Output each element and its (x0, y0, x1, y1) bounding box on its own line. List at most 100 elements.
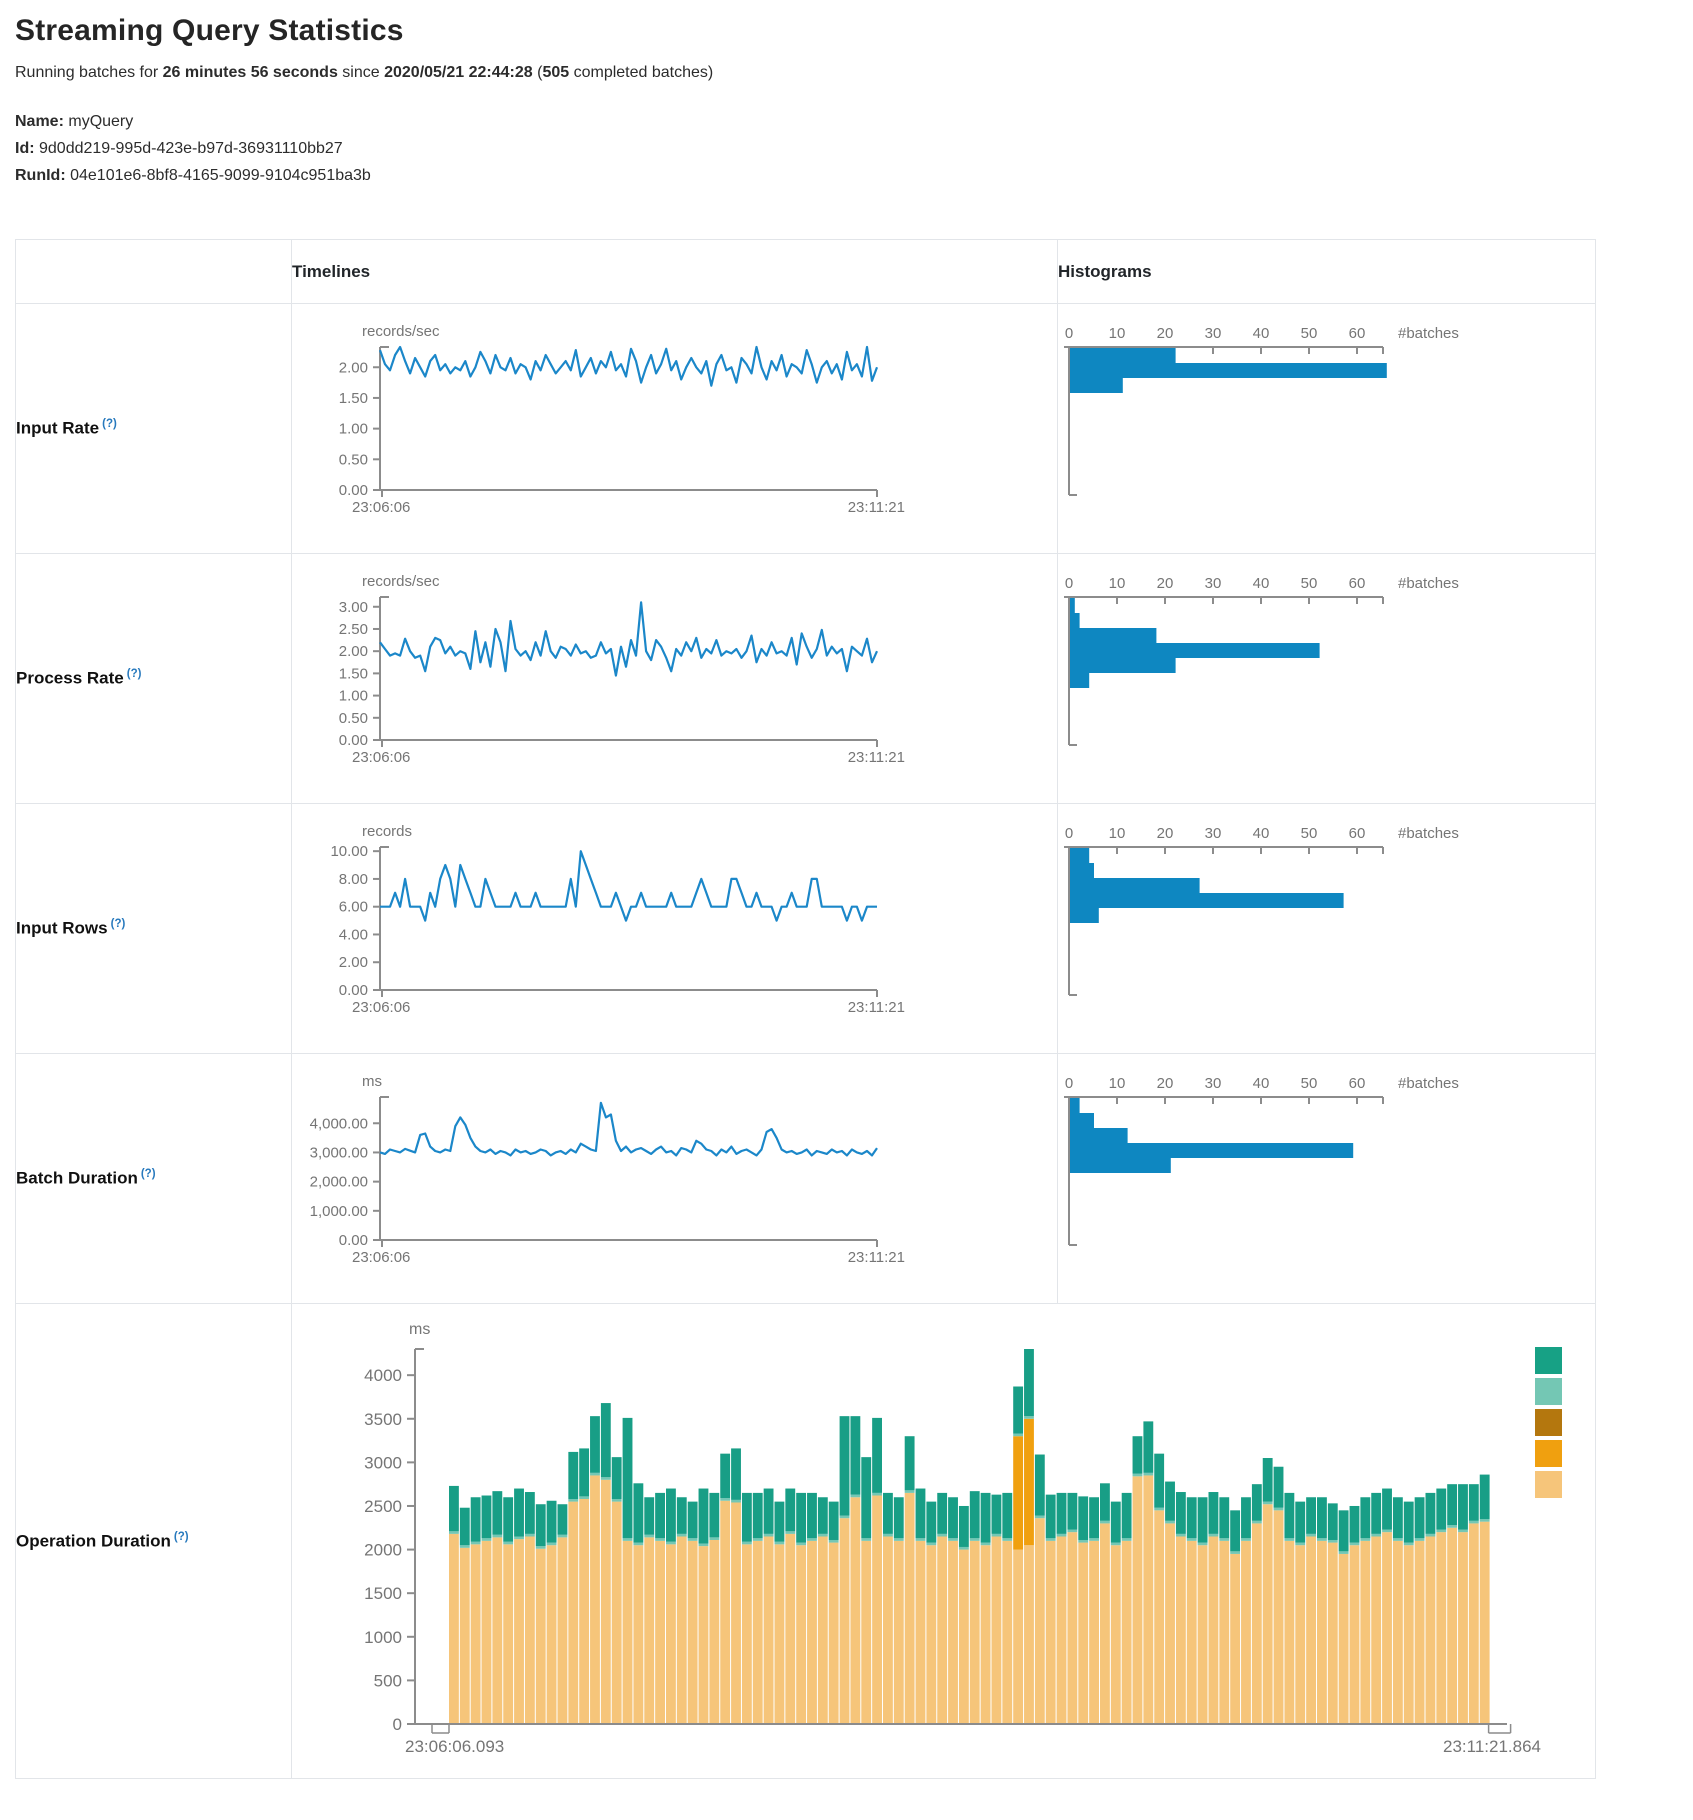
help-icon[interactable]: (?) (127, 668, 142, 680)
table-row-operation-duration: Operation Duration(?) ms4000350030002500… (16, 1304, 1596, 1779)
id-label: Id: (15, 140, 35, 157)
svg-text:10: 10 (1109, 825, 1126, 842)
svg-text:20: 20 (1157, 575, 1174, 592)
svg-text:40: 40 (1253, 1075, 1270, 1092)
help-icon[interactable]: (?) (111, 918, 126, 930)
process-rate-timeline-chart: records/sec3.002.502.001.501.000.500.002… (292, 554, 1057, 804)
input-rate-timeline-chart: records/sec2.001.501.000.500.0023:06:062… (292, 304, 1057, 554)
svg-text:50: 50 (1301, 825, 1318, 842)
help-icon[interactable]: (?) (141, 1168, 156, 1180)
query-meta: Name: myQuery Id: 9d0dd219-995d-423e-b97… (15, 108, 1693, 189)
svg-text:10.00: 10.00 (330, 843, 368, 860)
svg-text:2.00: 2.00 (339, 954, 368, 971)
svg-text:0: 0 (1065, 325, 1073, 342)
operation-duration-stacked-chart: ms4000350030002500200015001000500023:06:… (292, 1304, 1594, 1779)
svg-text:2,000.00: 2,000.00 (310, 1174, 368, 1191)
svg-text:0: 0 (393, 1715, 402, 1734)
svg-text:60: 60 (1349, 1075, 1366, 1092)
svg-text:20: 20 (1157, 325, 1174, 342)
svg-text:#batches: #batches (1398, 825, 1459, 842)
help-icon[interactable]: (?) (102, 418, 117, 430)
svg-text:2.00: 2.00 (339, 359, 368, 376)
svg-text:ms: ms (409, 1321, 430, 1338)
svg-text:1.00: 1.00 (339, 421, 368, 438)
header-empty-cell (16, 240, 292, 304)
svg-text:3000: 3000 (364, 1453, 402, 1472)
svg-text:50: 50 (1301, 575, 1318, 592)
svg-text:0.00: 0.00 (339, 982, 368, 999)
svg-text:records/sec: records/sec (362, 323, 440, 340)
svg-text:8.00: 8.00 (339, 871, 368, 888)
batch-duration-histogram-chart: 0102030405060#batches (1058, 1054, 1595, 1304)
svg-text:2000: 2000 (364, 1541, 402, 1560)
runid-label: RunId: (15, 167, 66, 184)
svg-text:23:11:21.864: 23:11:21.864 (1443, 1737, 1541, 1756)
subtitle-paren-close: completed batches) (569, 64, 713, 81)
stats-table: Timelines Histograms Input Rate(?) recor… (15, 239, 1596, 1779)
row-label-cell: Input Rate(?) (16, 304, 292, 554)
batch-duration-timeline-cell: ms 4,000.00 3,000.00 2,000.00 1,000.00 0.00 23… (292, 1054, 1058, 1304)
input-rows-histogram-cell: 0102030405060#batches (1058, 804, 1596, 1054)
svg-text:4.00: 4.00 (339, 926, 368, 943)
row-label: Operation Duration (16, 1531, 171, 1550)
subtitle-paren-open: ( (533, 64, 543, 81)
table-row-input-rate: Input Rate(?) records/sec 2.00 1.50 1.00 0.5… (16, 304, 1596, 554)
svg-text:30: 30 (1205, 825, 1222, 842)
svg-text:23:11:21: 23:11:21 (848, 499, 905, 516)
svg-text:23:06:06: 23:06:06 (352, 999, 410, 1016)
svg-text:500: 500 (374, 1671, 402, 1690)
process-rate-timeline-cell: records/sec3.002.502.001.501.000.500.002… (292, 554, 1058, 804)
svg-text:60: 60 (1349, 825, 1366, 842)
svg-text:23:11:21: 23:11:21 (848, 1249, 905, 1266)
svg-text:20: 20 (1157, 825, 1174, 842)
input-rows-timeline-chart: records10.008.006.004.002.000.0023:06:06… (292, 804, 1057, 1054)
row-label: Batch Duration (16, 1169, 138, 1188)
svg-text:1.00: 1.00 (339, 688, 368, 705)
svg-text:60: 60 (1349, 325, 1366, 342)
running-batches-summary: Running batches for 26 minutes 56 second… (15, 64, 1693, 82)
input-rows-histogram-chart: 0102030405060#batches (1058, 804, 1595, 1054)
svg-text:2500: 2500 (364, 1497, 402, 1516)
table-row-input-rows: Input Rows(?) records10.008.006.004.002.… (16, 804, 1596, 1054)
svg-text:1500: 1500 (364, 1584, 402, 1603)
svg-text:2.50: 2.50 (339, 621, 368, 638)
svg-text:10: 10 (1109, 325, 1126, 342)
help-icon[interactable]: (?) (174, 1531, 189, 1543)
svg-text:3.00: 3.00 (339, 599, 368, 616)
name-label: Name: (15, 113, 64, 130)
svg-text:1,000.00: 1,000.00 (310, 1203, 368, 1220)
running-duration: 26 minutes 56 seconds (163, 64, 338, 81)
svg-text:ms: ms (362, 1073, 382, 1090)
svg-text:3,000.00: 3,000.00 (310, 1144, 368, 1161)
completed-batches-count: 505 (542, 64, 569, 81)
legend-swatch-1 (1535, 1378, 1562, 1405)
svg-text:40: 40 (1253, 325, 1270, 342)
svg-text:#batches: #batches (1398, 325, 1459, 342)
svg-text:0.50: 0.50 (339, 451, 368, 468)
legend-swatch-3 (1535, 1440, 1562, 1467)
svg-text:1.50: 1.50 (339, 665, 368, 682)
table-row-process-rate: Process Rate(?) records/sec3.002.502.001… (16, 554, 1596, 804)
query-name-line: Name: myQuery (15, 108, 1693, 135)
svg-text:0.00: 0.00 (339, 1232, 368, 1249)
input-rate-timeline-cell: records/sec2.001.501.000.500.0023:06:062… (292, 304, 1058, 554)
svg-text:23:06:06: 23:06:06 (352, 749, 410, 766)
input-rate-histogram-chart: 0102030405060#batches (1058, 304, 1595, 554)
row-label: Process Rate (16, 669, 124, 688)
legend-swatch-0 (1535, 1347, 1562, 1374)
page-title: Streaming Query Statistics (15, 14, 1693, 48)
id-value: 9d0dd219-995d-423e-b97d-36931110bb27 (39, 140, 343, 157)
legend-swatch-2 (1535, 1409, 1562, 1436)
batch-duration-timeline-chart: ms 4,000.00 3,000.00 2,000.00 1,000.00 0.00 23… (292, 1054, 1057, 1304)
stats-table-header-row: Timelines Histograms (16, 240, 1596, 304)
operation-duration-legend (1535, 1347, 1562, 1498)
svg-text:4,000.00: 4,000.00 (310, 1115, 368, 1132)
svg-text:0: 0 (1065, 825, 1073, 842)
svg-text:10: 10 (1109, 1075, 1126, 1092)
svg-text:0: 0 (1065, 1075, 1073, 1092)
svg-text:4000: 4000 (364, 1366, 402, 1385)
svg-text:1.50: 1.50 (339, 390, 368, 407)
batch-duration-histogram-cell: 0102030405060#batches (1058, 1054, 1596, 1304)
streaming-query-statistics-page: Streaming Query Statistics Running batch… (0, 14, 1693, 1820)
svg-text:10: 10 (1109, 575, 1126, 592)
